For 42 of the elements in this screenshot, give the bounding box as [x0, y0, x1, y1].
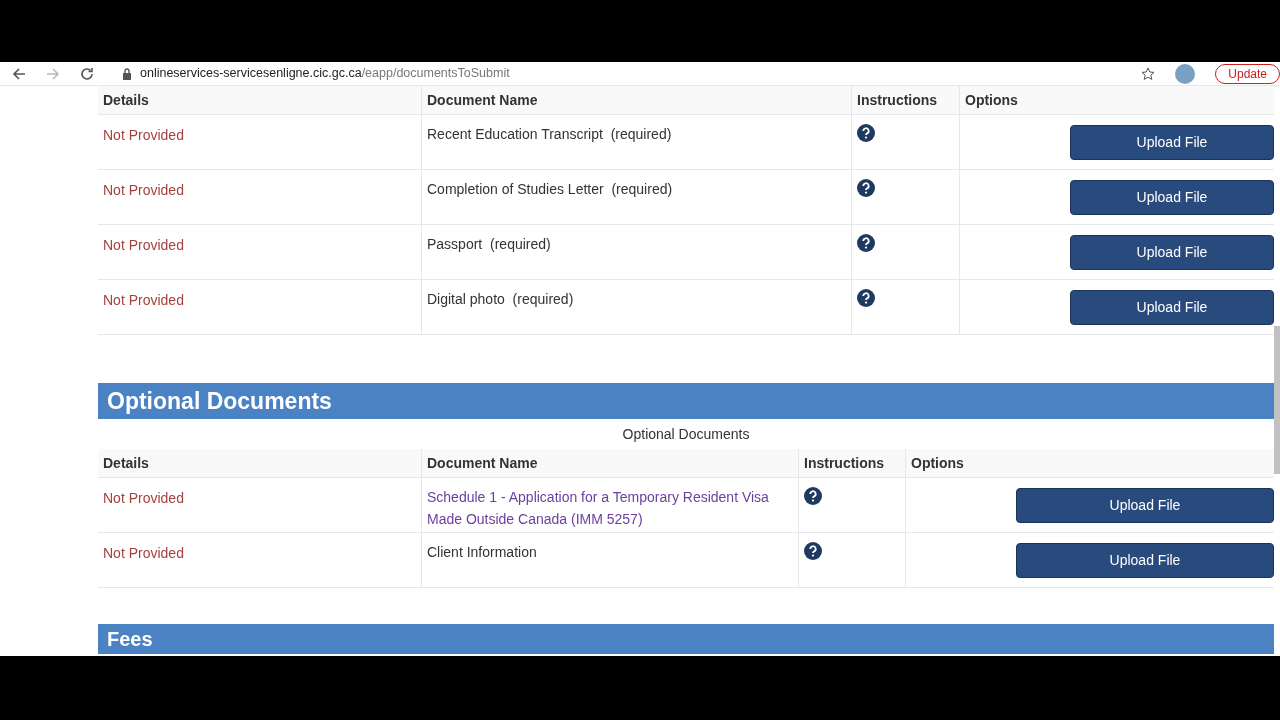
help-icon[interactable] [804, 487, 822, 505]
status-text: Not Provided [103, 127, 184, 143]
status-text: Not Provided [103, 292, 184, 308]
star-icon[interactable] [1141, 66, 1156, 81]
column-header: Details [103, 453, 149, 473]
column-header: Document Name [427, 90, 538, 110]
column-header: Options [911, 453, 964, 473]
column-header: Options [965, 90, 1018, 110]
scrollbar-thumb[interactable] [1274, 326, 1280, 474]
column-header: Document Name [427, 453, 538, 473]
upload-file-button[interactable]: Upload File [1016, 488, 1274, 523]
upload-file-button[interactable]: Upload File [1070, 125, 1274, 160]
status-text: Not Provided [103, 490, 184, 506]
status-text: Not Provided [103, 237, 184, 253]
reload-icon[interactable] [80, 66, 94, 81]
help-icon[interactable] [857, 234, 875, 252]
help-icon[interactable] [857, 179, 875, 197]
help-icon[interactable] [857, 289, 875, 307]
column-header: Details [103, 90, 149, 110]
upload-file-button[interactable]: Upload File [1070, 290, 1274, 325]
section-title: Fees [107, 627, 153, 652]
document-name: Recent Education Transcript (required) [427, 125, 673, 144]
profile-avatar[interactable] [1175, 63, 1196, 84]
url-text[interactable]: onlineservices-servicesenligne.cic.gc.ca/eapp/documentsToSubmit [140, 64, 510, 83]
section-title: Optional Documents [107, 386, 332, 416]
back-icon[interactable] [12, 66, 26, 81]
status-text: Not Provided [103, 182, 184, 198]
help-icon[interactable] [857, 124, 875, 142]
document-link[interactable]: Schedule 1 - Application for a Temporary Resident Visa Made Outside Canada (IMM 5257) [427, 486, 793, 530]
document-name: Completion of Studies Letter (required) [427, 180, 674, 199]
upload-file-button[interactable]: Upload File [1070, 235, 1274, 270]
document-name: Passport (required) [427, 235, 552, 254]
upload-file-button[interactable]: Upload File [1016, 543, 1274, 578]
column-header: Instructions [804, 453, 885, 473]
status-text: Not Provided [103, 545, 184, 561]
document-name: Digital photo (required) [427, 290, 575, 309]
upload-file-button[interactable]: Upload File [1070, 180, 1274, 215]
lock-icon [122, 67, 132, 80]
column-header: Instructions [857, 90, 938, 110]
help-icon[interactable] [804, 542, 822, 560]
document-name: Client Information [427, 543, 538, 562]
table-caption: Optional Documents [622, 424, 750, 444]
